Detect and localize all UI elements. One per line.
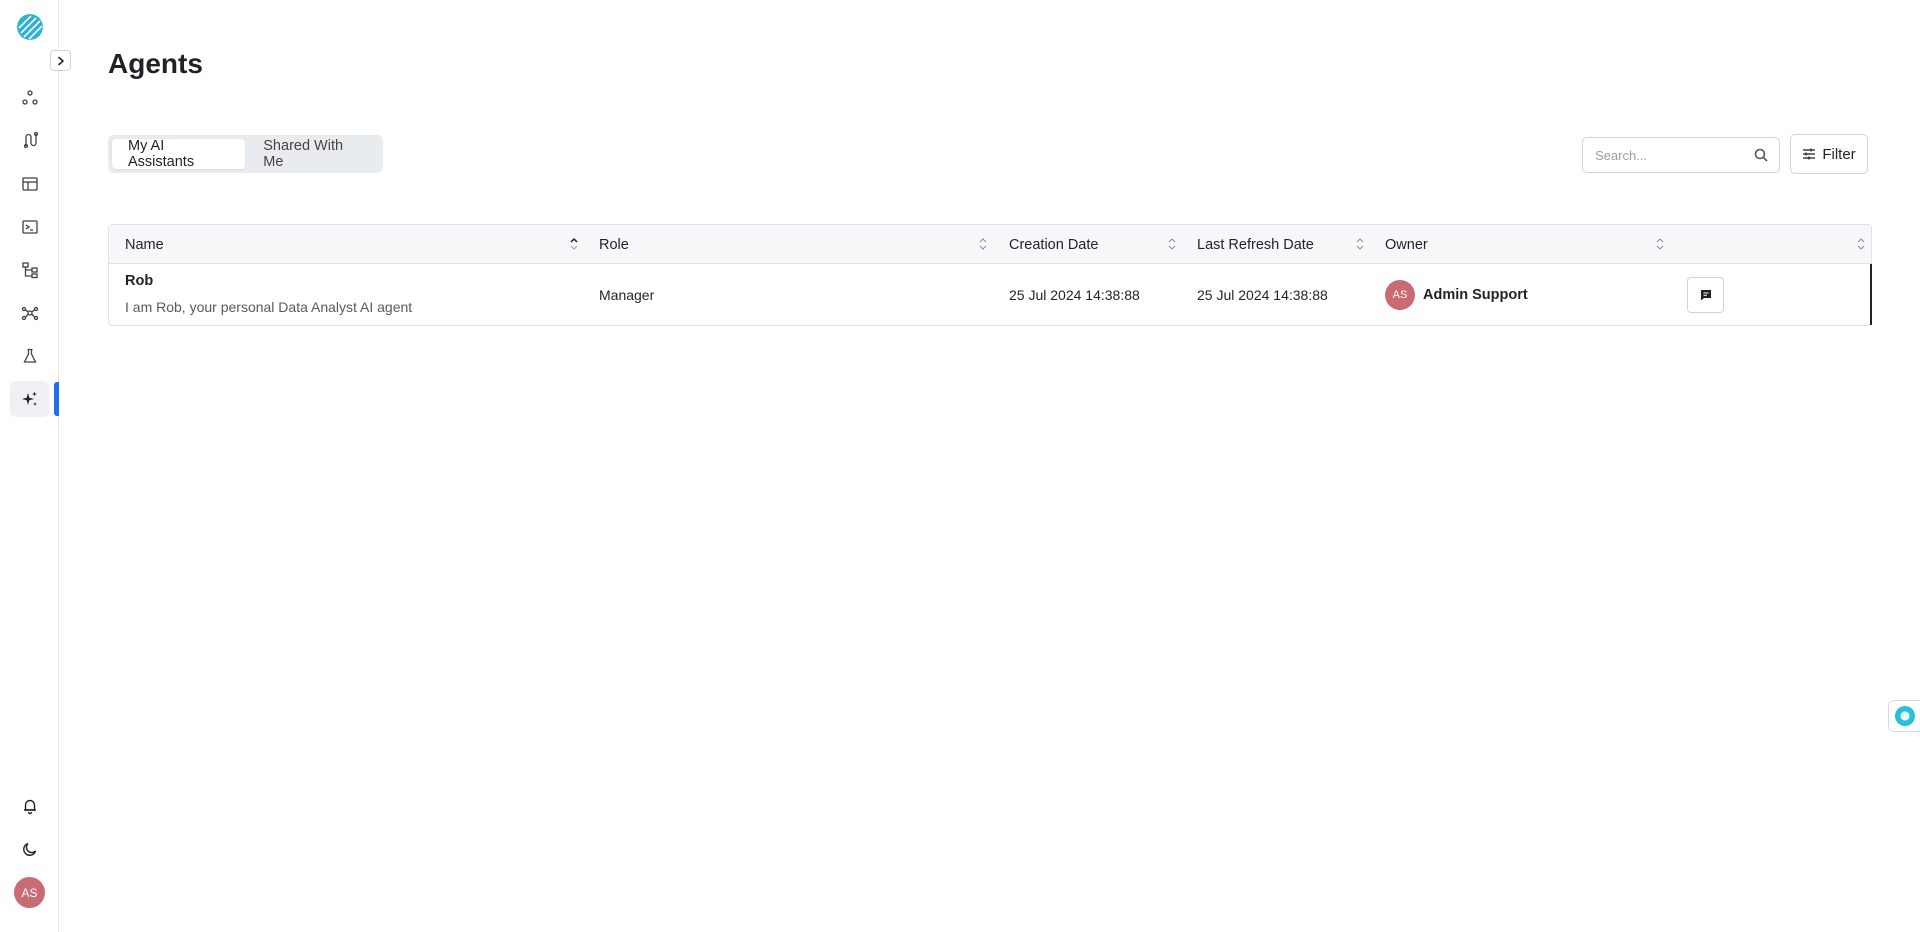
column-header-role[interactable]: Role <box>599 225 629 264</box>
assistant-orb-icon <box>1894 706 1915 726</box>
agent-name: Rob <box>125 273 154 289</box>
sort-icon[interactable] <box>978 236 988 252</box>
app-logo[interactable] <box>17 14 43 40</box>
network-icon <box>21 306 38 321</box>
sidebar-item-flow[interactable] <box>10 122 49 158</box>
sort-icon[interactable] <box>1655 236 1665 252</box>
owner-avatar: AS <box>1385 279 1415 310</box>
agent-description: I am Rob, your personal Data Analyst AI … <box>125 299 413 315</box>
column-header-last-refresh-date[interactable]: Last Refresh Date <box>1197 225 1314 264</box>
assistant-launcher-button[interactable] <box>1888 700 1920 732</box>
sidebar-item-terminal[interactable] <box>10 209 49 245</box>
tab-my-ai-assistants[interactable]: My AI Assistants <box>112 138 246 170</box>
row-divider <box>1870 264 1872 325</box>
owner-cell: AS Admin Support <box>1385 264 1528 325</box>
creation-date: 25 Jul 2024 14:38:88 <box>1009 286 1140 303</box>
sidebar-item-agents[interactable] <box>10 381 49 417</box>
column-header-owner[interactable]: Owner <box>1385 225 1428 264</box>
sort-icon[interactable] <box>1856 236 1866 252</box>
table-row[interactable]: Rob I am Rob, your personal Data Analyst… <box>109 264 1872 325</box>
sort-icon[interactable] <box>1355 236 1365 252</box>
moon-icon <box>22 842 36 856</box>
sidebar-item-table[interactable] <box>10 166 49 202</box>
page-title: Agents <box>108 48 203 79</box>
flask-icon <box>22 348 37 363</box>
sidebar-item-hierarchy[interactable] <box>10 252 49 288</box>
filter-button[interactable]: Filter <box>1790 134 1868 174</box>
column-label: Creation Date <box>1009 236 1099 253</box>
column-header-name[interactable]: Name <box>125 225 164 264</box>
sort-icon[interactable] <box>1167 236 1177 252</box>
column-label: Last Refresh Date <box>1197 236 1314 253</box>
theme-toggle-button[interactable] <box>10 831 49 867</box>
sliders-icon <box>1803 148 1816 160</box>
sidebar-item-nodes[interactable] <box>10 80 49 116</box>
tab-shared-with-me[interactable]: Shared With Me <box>247 138 379 170</box>
sidebar-collapse-button[interactable] <box>50 50 71 71</box>
search-icon[interactable] <box>1753 147 1769 163</box>
notifications-button[interactable] <box>10 788 49 824</box>
search-input[interactable] <box>1595 147 1745 163</box>
table-header: Name Role Creation Date Last Refresh Dat… <box>109 225 1871 264</box>
bell-icon <box>23 799 36 815</box>
user-avatar[interactable]: AS <box>14 877 45 908</box>
column-label: Owner <box>1385 236 1428 253</box>
chevron-right-icon <box>57 56 64 65</box>
sidebar: AS <box>0 0 71 932</box>
chat-icon <box>1700 290 1711 301</box>
column-label: Name <box>125 236 164 253</box>
table-icon <box>21 177 38 191</box>
flow-icon <box>23 131 38 149</box>
sidebar-item-network[interactable] <box>10 295 49 331</box>
sidebar-item-flask[interactable] <box>10 338 49 374</box>
tab-group: My AI Assistants Shared With Me <box>108 135 383 173</box>
owner-name: Admin Support <box>1423 286 1528 303</box>
filter-label: Filter <box>1822 145 1856 163</box>
agent-role: Manager <box>599 286 655 303</box>
chat-button[interactable] <box>1687 277 1724 313</box>
sparkle-icon <box>21 391 37 406</box>
agents-table: Name Role Creation Date Last Refresh Dat… <box>108 224 1872 326</box>
nodes-icon <box>21 90 38 105</box>
active-indicator <box>54 382 59 416</box>
search-box <box>1582 137 1780 173</box>
last-refresh-date: 25 Jul 2024 14:38:88 <box>1197 286 1328 303</box>
column-header-creation-date[interactable]: Creation Date <box>1009 225 1098 264</box>
hierarchy-icon <box>21 262 38 279</box>
sort-ascending-icon[interactable] <box>569 236 579 252</box>
column-label: Role <box>599 236 629 253</box>
terminal-icon <box>21 220 38 234</box>
